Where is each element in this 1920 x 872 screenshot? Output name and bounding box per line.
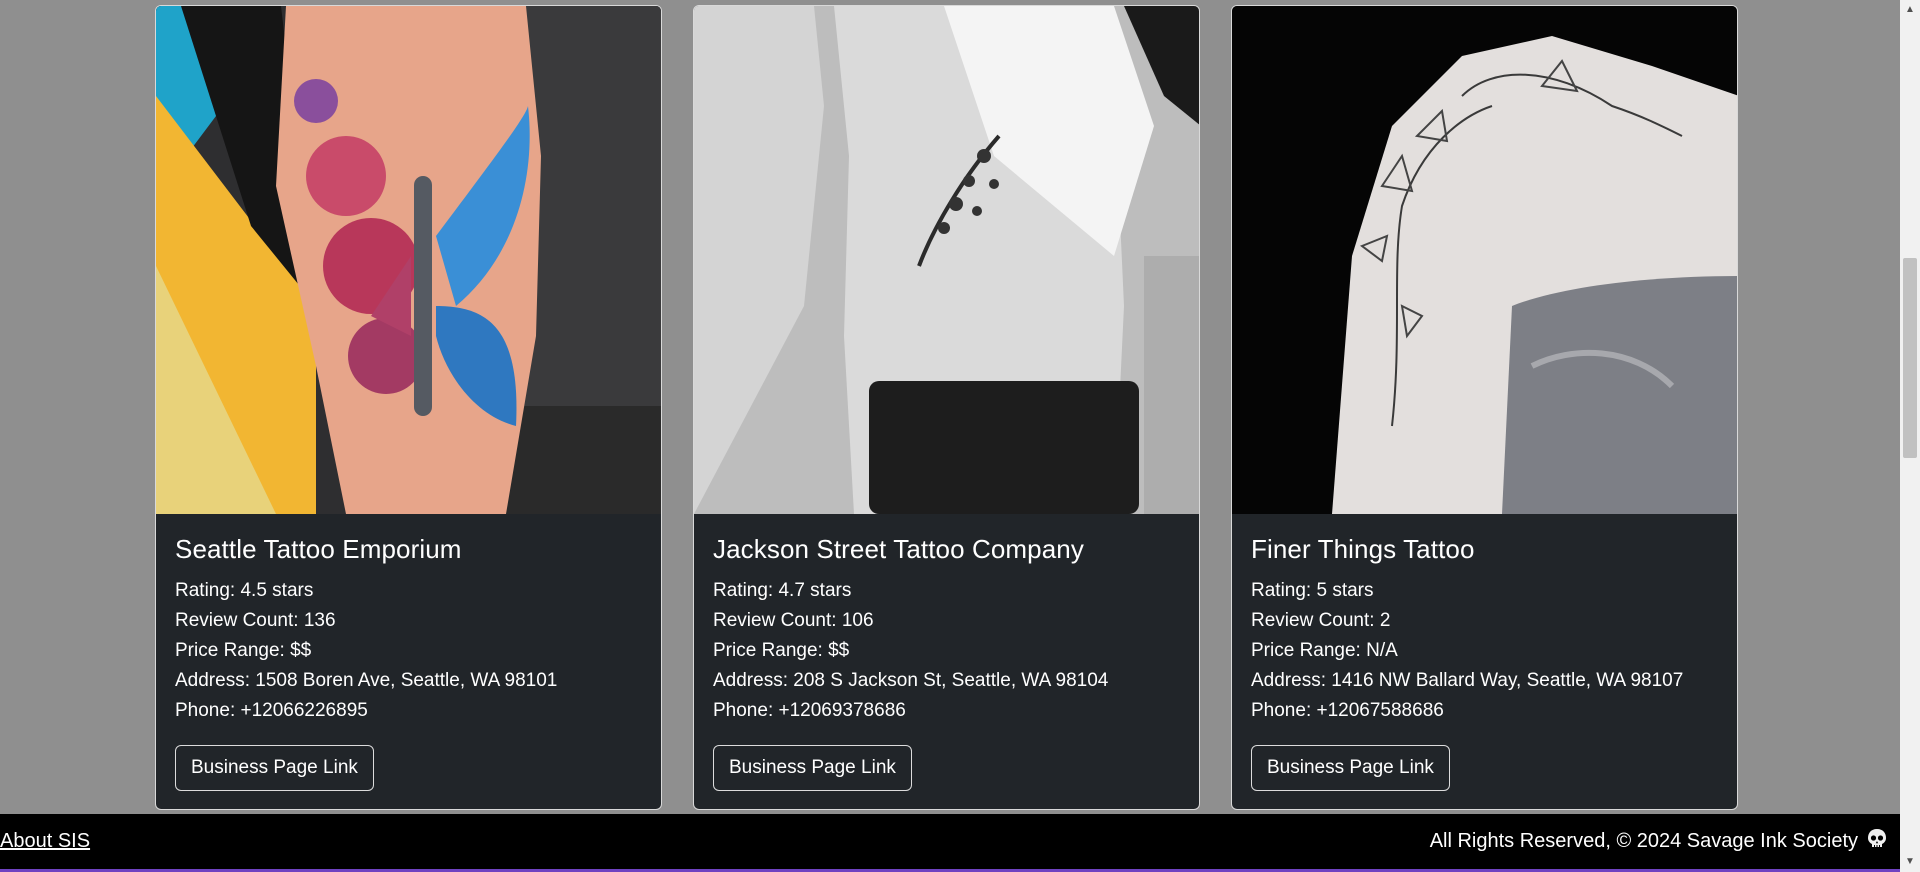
shop-card: Jackson Street Tattoo Company Rating: 4.… bbox=[693, 5, 1200, 810]
shop-review-count: Review Count: 106 bbox=[713, 610, 874, 631]
shop-price-range: Price Range: $$ bbox=[175, 640, 312, 661]
shop-name: Jackson Street Tattoo Company bbox=[713, 534, 1084, 564]
card-body: Finer Things Tattoo Rating: 5 stars Revi… bbox=[1232, 514, 1737, 791]
shop-address: Address: 208 S Jackson St, Seattle, WA 9… bbox=[713, 670, 1109, 691]
about-sis-link[interactable]: About SIS bbox=[0, 830, 90, 853]
shop-card: Finer Things Tattoo Rating: 5 stars Revi… bbox=[1231, 5, 1738, 810]
shop-rating: Rating: 4.7 stars bbox=[713, 580, 852, 601]
shop-name: Finer Things Tattoo bbox=[1251, 534, 1475, 564]
copyright: All Rights Reserved, © 2024 Savage Ink S… bbox=[1430, 828, 1888, 856]
tattoo-photo-lilies bbox=[1232, 6, 1737, 514]
shop-review-count: Review Count: 136 bbox=[175, 610, 336, 631]
shop-name: Seattle Tattoo Emporium bbox=[175, 534, 462, 564]
shop-card-list: Seattle Tattoo Emporium Rating: 4.5 star… bbox=[155, 5, 1738, 810]
shop-review-count: Review Count: 2 bbox=[1251, 610, 1391, 631]
shop-phone: Phone: +12066226895 bbox=[175, 700, 368, 721]
shop-rating: Rating: 5 stars bbox=[1251, 580, 1374, 601]
business-page-link-button[interactable]: Business Page Link bbox=[175, 745, 374, 791]
page-scrollbar[interactable]: ▲ ▼ bbox=[1900, 0, 1920, 872]
business-page-link-button[interactable]: Business Page Link bbox=[713, 745, 912, 791]
card-body: Seattle Tattoo Emporium Rating: 4.5 star… bbox=[156, 514, 661, 791]
business-page-link-button[interactable]: Business Page Link bbox=[1251, 745, 1450, 791]
card-body: Jackson Street Tattoo Company Rating: 4.… bbox=[694, 514, 1199, 791]
shop-address: Address: 1508 Boren Ave, Seattle, WA 981… bbox=[175, 670, 558, 691]
tattoo-photo-butterfly bbox=[156, 6, 661, 514]
scrollbar-thumb[interactable] bbox=[1903, 258, 1917, 458]
shop-card: Seattle Tattoo Emporium Rating: 4.5 star… bbox=[155, 5, 662, 810]
shop-phone: Phone: +12067588686 bbox=[1251, 700, 1444, 721]
scroll-down-icon[interactable]: ▼ bbox=[1900, 852, 1920, 872]
skull-icon bbox=[1866, 828, 1888, 856]
site-footer: About SIS All Rights Reserved, © 2024 Sa… bbox=[0, 814, 1920, 869]
copyright-text: All Rights Reserved, © 2024 Savage Ink S… bbox=[1429, 830, 1858, 852]
shop-price-range: Price Range: N/A bbox=[1251, 640, 1398, 661]
tattoo-photo-branch bbox=[694, 6, 1199, 514]
shop-price-range: Price Range: $$ bbox=[713, 640, 850, 661]
shop-phone: Phone: +12069378686 bbox=[713, 700, 906, 721]
scroll-up-icon[interactable]: ▲ bbox=[1900, 0, 1920, 20]
shop-rating: Rating: 4.5 stars bbox=[175, 580, 314, 601]
shop-address: Address: 1416 NW Ballard Way, Seattle, W… bbox=[1251, 670, 1684, 691]
